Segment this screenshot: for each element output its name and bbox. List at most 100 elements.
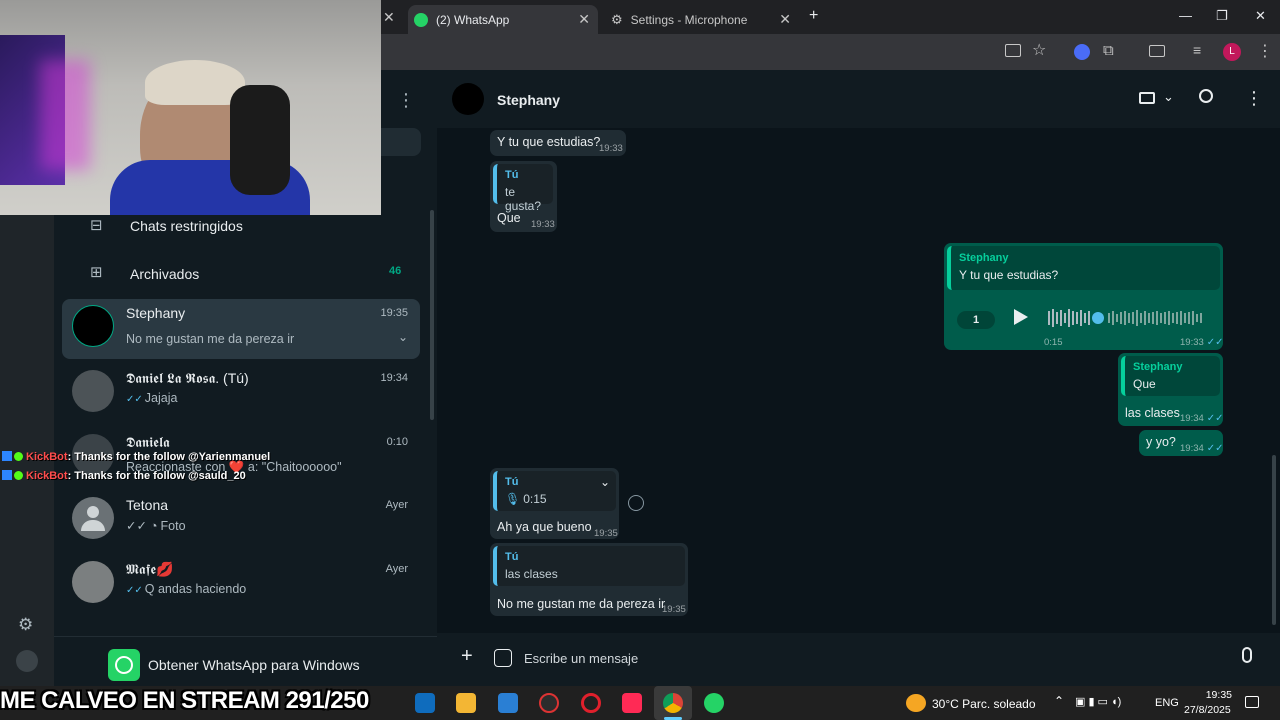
weather-sun-icon[interactable]: [906, 694, 926, 712]
language-indicator[interactable]: ENG: [1155, 697, 1179, 709]
chrome-icon: [663, 693, 683, 713]
chat-name: Stephany: [126, 305, 186, 321]
weather-text[interactable]: 30°C Parc. soleado: [932, 697, 1036, 711]
message-outgoing[interactable]: Stephany Que las clases 19:34 ✓✓: [1118, 353, 1224, 426]
cast-icon[interactable]: [1149, 45, 1165, 57]
chat-time: 19:34: [380, 372, 408, 384]
quote-text: Que: [1133, 377, 1156, 391]
close-tab-icon[interactable]: ✕: [383, 9, 395, 26]
tab-settings[interactable]: ⚙ Settings - Microphone ✕: [603, 5, 799, 34]
opera-icon[interactable]: [581, 693, 601, 713]
chat-item-mafe[interactable]: 𝕸𝖆𝖋𝖊💋 ✓✓ Q andas haciendo Ayer: [62, 555, 420, 615]
outlook-icon[interactable]: [415, 693, 435, 713]
avatar: [72, 305, 114, 347]
menu-kebab-icon[interactable]: ⋮: [397, 90, 415, 111]
emoji-sticker-icon[interactable]: [494, 649, 512, 667]
double-check-icon: ✓✓: [126, 585, 143, 596]
playback-speed-button[interactable]: 1: [957, 311, 995, 329]
message-time: 19:35: [594, 528, 618, 539]
profile-avatar[interactable]: [16, 650, 38, 672]
clock-time[interactable]: 19:35: [1196, 689, 1232, 701]
archived-row[interactable]: ⊞ Archivados 46: [54, 256, 437, 296]
close-tab-icon[interactable]: ✕: [578, 11, 590, 28]
conversation-scrollbar[interactable]: [1272, 455, 1276, 625]
chevron-down-icon[interactable]: ⌄: [1163, 89, 1174, 105]
person-icon: [87, 506, 99, 518]
settings-gear-icon[interactable]: ⚙: [18, 615, 33, 635]
file-explorer-icon[interactable]: [456, 693, 476, 713]
chat-preview: No me gustan me da pereza ir: [126, 332, 295, 346]
close-window-button[interactable]: ✕: [1255, 8, 1266, 24]
contact-name[interactable]: Stephany: [497, 92, 560, 108]
obs-icon[interactable]: [539, 693, 559, 713]
extension-icon[interactable]: [1074, 44, 1090, 60]
maximize-button[interactable]: ❐: [1216, 8, 1228, 24]
message-incoming[interactable]: Tú te gusta? Que 19:33: [490, 161, 557, 232]
message-text: y yo?: [1146, 435, 1176, 449]
voice-duration: 0:15: [1044, 337, 1063, 348]
restricted-chats-label: Chats restringidos: [130, 218, 243, 234]
tiktok-icon[interactable]: [622, 693, 642, 713]
quote-author: Stephany: [959, 252, 1009, 264]
quoted-message[interactable]: Tú 🎙 0:15: [493, 471, 616, 511]
double-check-icon: ✓✓: [1206, 337, 1224, 348]
chat-time: Ayer: [385, 499, 408, 511]
whatsapp-icon[interactable]: [704, 693, 724, 713]
minimize-button[interactable]: —: [1179, 8, 1192, 23]
chat-list-scrollbar[interactable]: [430, 210, 434, 420]
menu-kebab-icon[interactable]: ⋮: [1245, 88, 1263, 109]
emoji-reaction-icon[interactable]: [628, 495, 644, 511]
get-app-banner[interactable]: Obtener WhatsApp para Windows: [54, 636, 437, 686]
attach-plus-icon[interactable]: +: [461, 645, 473, 668]
quote-author: Tú: [505, 551, 519, 563]
microphone-icon[interactable]: [1242, 647, 1252, 663]
notifications-icon[interactable]: [1245, 696, 1259, 708]
restricted-chats-row[interactable]: ⊟ Chats restringidos: [54, 210, 437, 250]
tray-icons[interactable]: ▣ ▮ ▭ ◖): [1075, 695, 1121, 708]
message-time: 19:34 ✓✓: [1180, 443, 1224, 454]
install-app-icon[interactable]: [1005, 44, 1021, 57]
double-check-icon: ✓✓: [1206, 443, 1224, 454]
quoted-message[interactable]: Stephany Y tu que estudias?: [947, 246, 1220, 290]
chat-item-stephany[interactable]: Stephany No me gustan me da pereza ir 19…: [62, 299, 420, 359]
browser-menu-icon[interactable]: ⋮: [1257, 41, 1273, 61]
chevron-up-icon[interactable]: ⌃: [1054, 694, 1064, 708]
browser-toolbar: ☆ ⧉ ≡ L ⋮: [381, 34, 1280, 70]
video-call-icon[interactable]: [1139, 92, 1155, 104]
chat-time: 19:35: [380, 307, 408, 319]
store-icon[interactable]: [498, 693, 518, 713]
message-outgoing-voice[interactable]: Stephany Y tu que estudias? 1 0:15 19:33…: [944, 243, 1224, 350]
clock-date[interactable]: 27/8/2025: [1184, 704, 1231, 716]
chrome-taskbar-active[interactable]: [654, 686, 692, 720]
extensions-puzzle-icon[interactable]: ⧉: [1103, 42, 1114, 59]
quoted-message[interactable]: Stephany Que: [1121, 356, 1220, 396]
bookmark-star-icon[interactable]: ☆: [1032, 40, 1046, 60]
close-tab-icon[interactable]: ✕: [779, 11, 791, 28]
chevron-down-icon[interactable]: ⌄: [600, 475, 610, 489]
gear-icon: ⚙: [611, 11, 623, 27]
message-input[interactable]: Escribe un mensaje: [517, 641, 1227, 677]
voice-waveform[interactable]: [1048, 307, 1208, 329]
tab-whatsapp[interactable]: (2) WhatsApp ✕: [408, 5, 598, 34]
quote-author: Tú: [505, 169, 519, 181]
contact-avatar[interactable]: [452, 83, 484, 115]
message-incoming[interactable]: Y tu que estudias? 19:33: [490, 130, 626, 156]
message-outgoing[interactable]: y yo? 19:34 ✓✓: [1139, 430, 1224, 456]
message-incoming[interactable]: Tú 🎙 0:15 ⌄ Ah ya que bueno 19:35: [490, 468, 619, 539]
media-controls-icon[interactable]: ≡: [1193, 42, 1201, 58]
play-icon[interactable]: [1014, 309, 1028, 325]
quote-text: las clases: [505, 567, 558, 581]
kick-chat-line: KickBot: Thanks for the follow @Yarienma…: [2, 451, 270, 463]
chevron-down-icon[interactable]: ⌄: [398, 330, 408, 344]
chat-item-daniel[interactable]: 𝕯𝖆𝖓𝖎𝖊𝖑 𝕷𝖆 𝕽𝖔𝖘𝖆. (Tú) ✓✓ Jajaja 19:34: [62, 364, 420, 424]
get-app-label: Obtener WhatsApp para Windows: [148, 657, 360, 673]
quoted-message[interactable]: Tú las clases: [493, 546, 685, 586]
new-tab-button[interactable]: +: [809, 7, 818, 25]
message-incoming[interactable]: Tú las clases No me gustan me da pereza …: [490, 543, 688, 616]
quote-text: te gusta?: [505, 185, 542, 213]
chat-item-tetona[interactable]: Tetona ✓✓ ◔ Foto Ayer: [62, 491, 420, 551]
search-icon[interactable]: [1199, 89, 1213, 103]
quoted-message[interactable]: Tú te gusta?: [493, 164, 553, 213]
rgb-light: [40, 60, 90, 170]
profile-avatar[interactable]: L: [1223, 43, 1241, 61]
